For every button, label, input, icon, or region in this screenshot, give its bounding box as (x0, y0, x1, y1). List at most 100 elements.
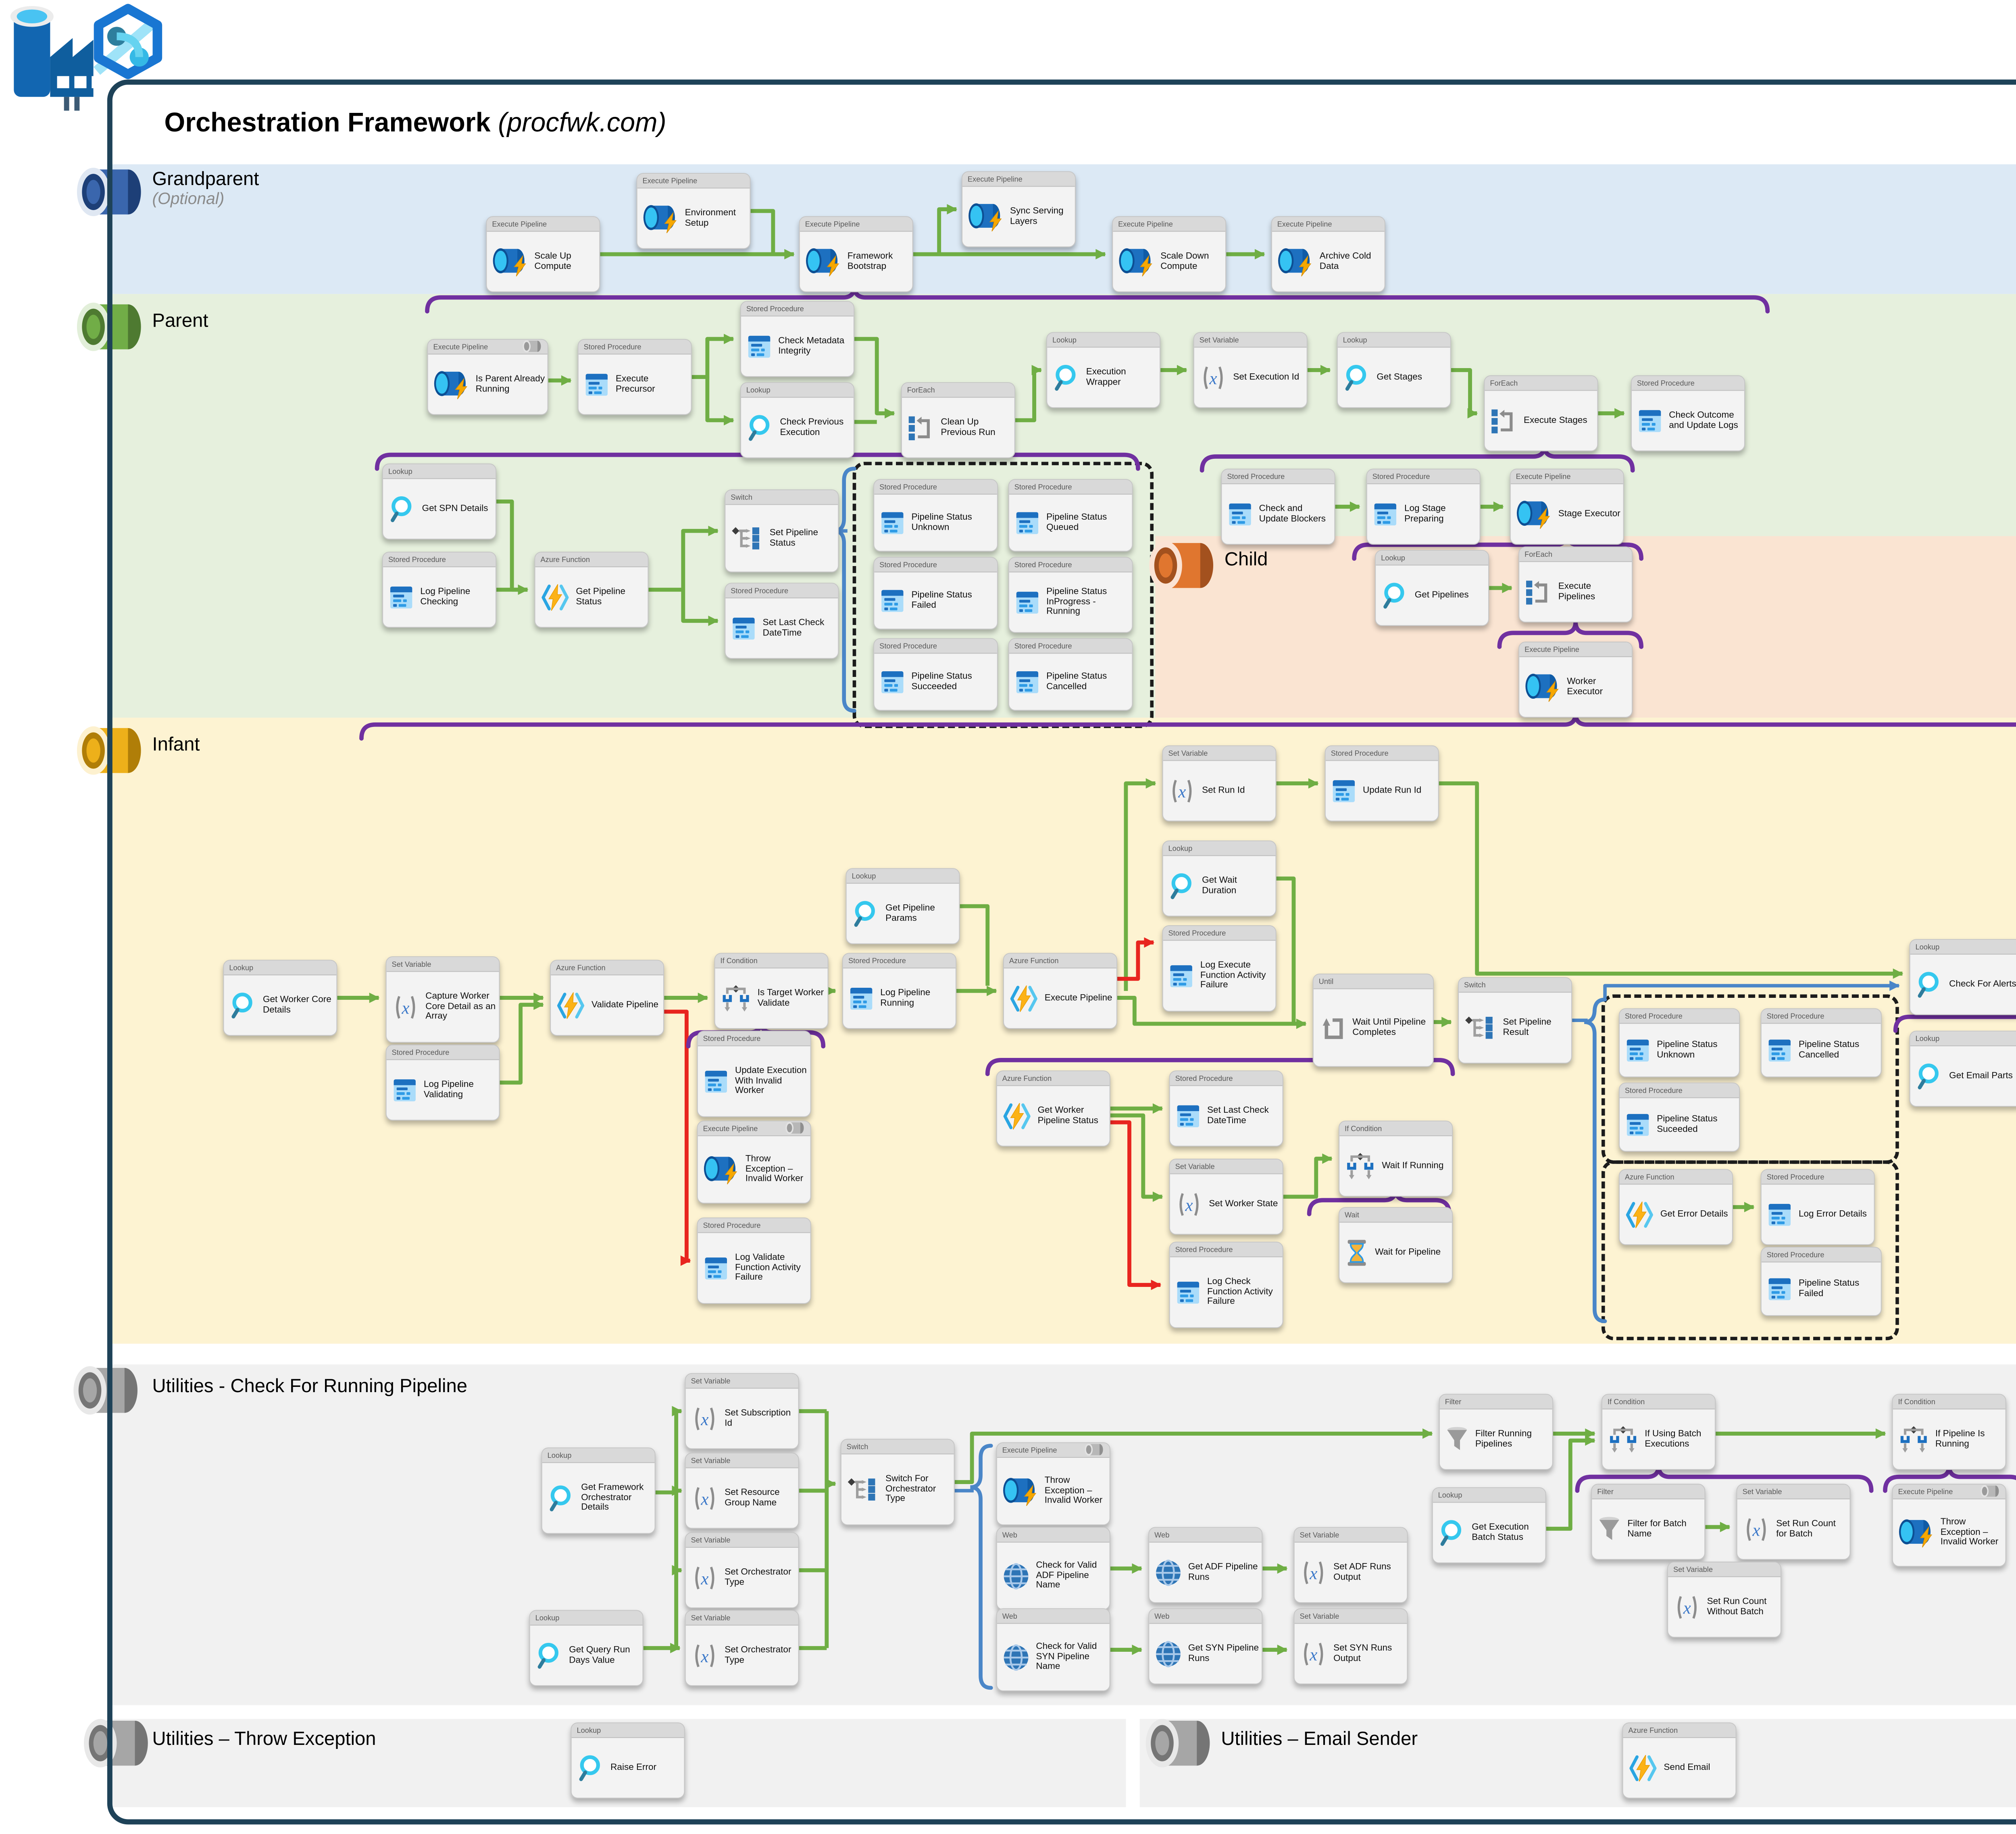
node-label: Set Pipeline Status (770, 528, 835, 548)
activity-type-label: Switch (731, 493, 752, 501)
lookup-icon (387, 494, 417, 524)
node-label: Execute Precursor (616, 374, 688, 394)
node-label: Check Previous Execution (780, 417, 851, 437)
activity-type-label: Execute Pipeline (433, 342, 488, 351)
activity-type-label: Lookup (548, 1451, 572, 1459)
node-label: Get Stages (1377, 373, 1422, 383)
node-set-syn-runs-output: Set VariablexSet SYN Runs Output (1293, 1608, 1408, 1684)
node-set-orchestrator-type: Set VariablexSet Orchestrator Type (685, 1532, 799, 1608)
node-throw-exception-invalid-worker-3: Execute Pipeline Throw Exception – Inval… (1892, 1484, 2006, 1567)
node-label: Set SYN Runs Output (1333, 1644, 1404, 1664)
activity-type-label: Set Variable (1200, 335, 1239, 344)
node-label: Set Resource Group Name (725, 1488, 796, 1508)
node-worker-executor: Execute PipelineWorker Executor (1518, 641, 1633, 718)
execute-pipeline-icon (1117, 246, 1155, 277)
node-set-orchestrator-type-2: Set VariablexSet Orchestrator Type (685, 1610, 799, 1686)
node-archive-cold-data: Execute PipelineArchive Cold Data (1271, 216, 1385, 292)
activity-type-label: Filter (1445, 1397, 1462, 1406)
activity-type-label: Set Variable (1175, 1162, 1215, 1170)
stored-procedure-icon (1330, 777, 1358, 805)
set-variable-icon: x (1741, 1515, 1771, 1543)
node-wait-for-pipeline: WaitWait for Pipeline (1339, 1207, 1453, 1283)
foreach-icon (1524, 577, 1553, 607)
activity-type-label: Execute Pipeline (643, 177, 698, 185)
activity-type-label: Set Variable (1673, 1565, 1713, 1574)
node-label: Send Email (1664, 1763, 1710, 1773)
diagram-stage: Orchestration Framework (procfwk.com) Wo… (0, 0, 2016, 1834)
section-label-text: Child (1225, 548, 1268, 570)
activity-type-label: Web (1154, 1530, 1169, 1539)
node-label: Check For Alerts (1949, 979, 2016, 989)
activity-type-label: Execute Pipeline (1002, 1446, 1057, 1454)
node-label: Pipeline Status InProgress - Running (1046, 587, 1129, 618)
node-log-stage-preparing: Stored ProcedureLog Stage Preparing (1366, 468, 1481, 545)
node-label: Log Pipeline Running (880, 988, 953, 1008)
node-label: Scale Down Compute (1160, 252, 1223, 272)
activity-type-label: Azure Function (540, 555, 590, 564)
section-cylinder-icon-infant (76, 724, 146, 781)
svg-text:x: x (700, 1410, 708, 1429)
set-variable-icon: x (1299, 1640, 1328, 1667)
title-subtext: (procfwk.com) (498, 107, 666, 137)
node-set-pipeline-status: Switch Set Pipeline Status (725, 489, 839, 572)
node-if-pipeline-is-running: If ConditionIf Pipeline Is Running (1892, 1394, 2006, 1470)
stored-procedure-icon (1167, 962, 1195, 990)
svg-text:x: x (1752, 1521, 1760, 1540)
activity-type-label: Stored Procedure (746, 304, 804, 313)
stored-procedure-icon (702, 1254, 730, 1282)
until-icon (1318, 1013, 1347, 1043)
stored-procedure-icon (1624, 1036, 1652, 1064)
node-label: Update Execution With Invalid Worker (735, 1066, 808, 1097)
node-label: Set Last Check DateTime (1207, 1106, 1280, 1126)
set-variable-icon: x (1175, 1190, 1204, 1218)
node-pipeline-status-failed-2: Stored ProcedurePipeline Status Failed (1761, 1247, 1882, 1316)
title-text: Orchestration Framework (164, 107, 490, 137)
node-label: Pipeline Status Suceeded (1657, 1114, 1736, 1135)
node-label: Log Execute Function Activity Failure (1200, 960, 1273, 991)
activity-type-label: Set Variable (392, 960, 431, 968)
lookup-icon (1342, 363, 1372, 392)
node-label: Get Error Details (1660, 1209, 1728, 1220)
node-label: Filter Running Pipelines (1475, 1429, 1549, 1449)
foreach-icon (1489, 406, 1518, 435)
activity-type-label: Set Variable (691, 1613, 731, 1622)
node-is-target-worker-validate: If ConditionIs Target Worker Validate (714, 953, 829, 1029)
lookup-icon (576, 1753, 605, 1782)
node-label: Pipeline Status Failed (912, 590, 995, 610)
node-get-worker-pipeline-status: Azure FunctionGet Worker Pipeline Status (996, 1070, 1110, 1147)
azure-function-icon (1624, 1200, 1655, 1229)
node-log-check-function-activity-failure: Stored ProcedureLog Check Function Activ… (1169, 1242, 1283, 1328)
node-label: Check Outcome and Update Logs (1669, 410, 1741, 431)
activity-type-label: Filter (1597, 1487, 1614, 1496)
foreach-icon (906, 413, 936, 442)
activity-type-label: Stored Procedure (388, 555, 446, 564)
web-globe-icon (1002, 1642, 1031, 1672)
lookup-icon (1914, 970, 1944, 999)
node-label: Check and Update Blockers (1259, 504, 1332, 524)
activity-type-label: Execute Pipeline (1118, 220, 1173, 228)
activity-type-label: Stored Procedure (1767, 1172, 1824, 1181)
node-label: Pipeline Status Cancelled (1799, 1040, 1878, 1060)
node-execution-wrapper: LookupExecution Wrapper (1046, 332, 1160, 408)
switch-icon (1463, 1014, 1498, 1042)
node-label: Set Run Id (1202, 786, 1245, 796)
stored-procedure-icon (583, 371, 611, 398)
pipeline-cylinder-badge-icon (1979, 1484, 2000, 1499)
stored-procedure-icon (391, 1076, 419, 1104)
node-label: Pipeline Status Unknown (1657, 1040, 1736, 1060)
node-label: Set Last Check DateTime (763, 618, 835, 638)
node-log-execute-function-activity-failure: Stored ProcedureLog Execute Function Act… (1162, 925, 1276, 1012)
stored-procedure-icon (1624, 1111, 1652, 1139)
node-label: Set Execution Id (1233, 373, 1299, 383)
node-get-pipeline-params: LookupGet Pipeline Params (846, 868, 960, 944)
node-log-pipeline-validating: Stored ProcedureLog Pipeline Validating (386, 1045, 500, 1121)
azure-function-icon (1002, 1101, 1033, 1130)
node-label: Throw Exception – Invalid Worker (1941, 1518, 2003, 1548)
node-log-validate-function-activity-failure: Stored ProcedureLog Validate Function Ac… (697, 1218, 811, 1304)
node-label: Pipeline Status Unknown (912, 512, 995, 533)
activity-type-label: Lookup (535, 1613, 560, 1622)
activity-type-label: Stored Procedure (1014, 641, 1072, 650)
stored-procedure-icon (848, 985, 875, 1012)
section-label-infant: Infant (152, 733, 200, 756)
activity-type-label: Execute Pipeline (1524, 645, 1579, 654)
